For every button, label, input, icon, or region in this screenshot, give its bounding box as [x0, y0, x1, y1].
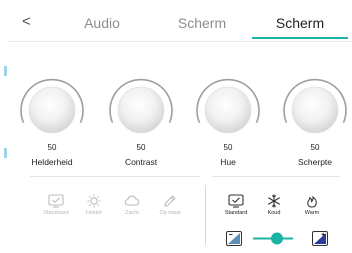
blue-light-slider[interactable] [226, 231, 328, 247]
edge-accent-bottom [4, 148, 7, 158]
tab-scherm[interactable]: Scherm [170, 15, 234, 31]
flame-icon [307, 195, 317, 208]
sun-icon [87, 194, 101, 208]
tab-scherm-active[interactable]: Scherm [268, 15, 332, 31]
colortemp-warm-label: Warm [304, 210, 320, 216]
brightness-knob[interactable] [17, 75, 87, 145]
preset-op-maat[interactable]: Op maat [150, 194, 190, 216]
monitor-check-icon [228, 194, 244, 208]
brightness-value: 50 [47, 143, 57, 152]
colortemp-warm[interactable]: Warm [292, 194, 332, 216]
brightness-label: Helderheid [31, 157, 73, 167]
hue-value: 50 [223, 143, 233, 152]
presets-vertical-divider [205, 185, 206, 245]
contrast-value: 50 [136, 143, 146, 152]
colortemp-koud-label: Koud [267, 210, 281, 216]
preset-helder[interactable]: Helder [74, 194, 114, 216]
colortemp-standard[interactable]: Standard [216, 194, 256, 216]
hue-knob[interactable] [193, 75, 263, 145]
hue-label: Hue [220, 157, 236, 167]
sharpness-knob[interactable] [280, 75, 350, 145]
tab-audio[interactable]: Audio [70, 15, 134, 31]
preset-zacht-label: Zacht [125, 210, 139, 216]
preset-standaard-label: Standaard [43, 210, 69, 216]
low-blue-light-icon [226, 231, 242, 246]
active-tab-underline [252, 37, 348, 39]
preset-op-maat-label: Op maat [159, 210, 181, 216]
preset-zacht[interactable]: Zacht [112, 194, 152, 216]
colortemp-standard-label: Standard [224, 210, 248, 216]
slider-thumb[interactable] [271, 232, 283, 245]
contrast-knob[interactable] [106, 75, 176, 145]
back-button[interactable]: < [22, 12, 31, 32]
preset-standaard[interactable]: Standaard [36, 194, 76, 216]
contrast-label: Contrast [124, 157, 158, 167]
sharpness-value: 50 [310, 143, 320, 152]
presets-divider-left [30, 176, 200, 177]
cloud-icon [124, 195, 140, 206]
pencil-icon [164, 195, 176, 207]
sharpness-label: Scherpte [297, 157, 333, 167]
header-divider [8, 41, 352, 42]
colortemp-koud[interactable]: Koud [254, 194, 294, 216]
presets-divider-right [212, 176, 340, 177]
high-blue-light-icon [312, 231, 328, 246]
snowflake-icon [268, 194, 280, 208]
preset-helder-label: Helder [85, 210, 103, 216]
monitor-check-icon [48, 194, 64, 208]
edge-accent-top [4, 66, 7, 76]
